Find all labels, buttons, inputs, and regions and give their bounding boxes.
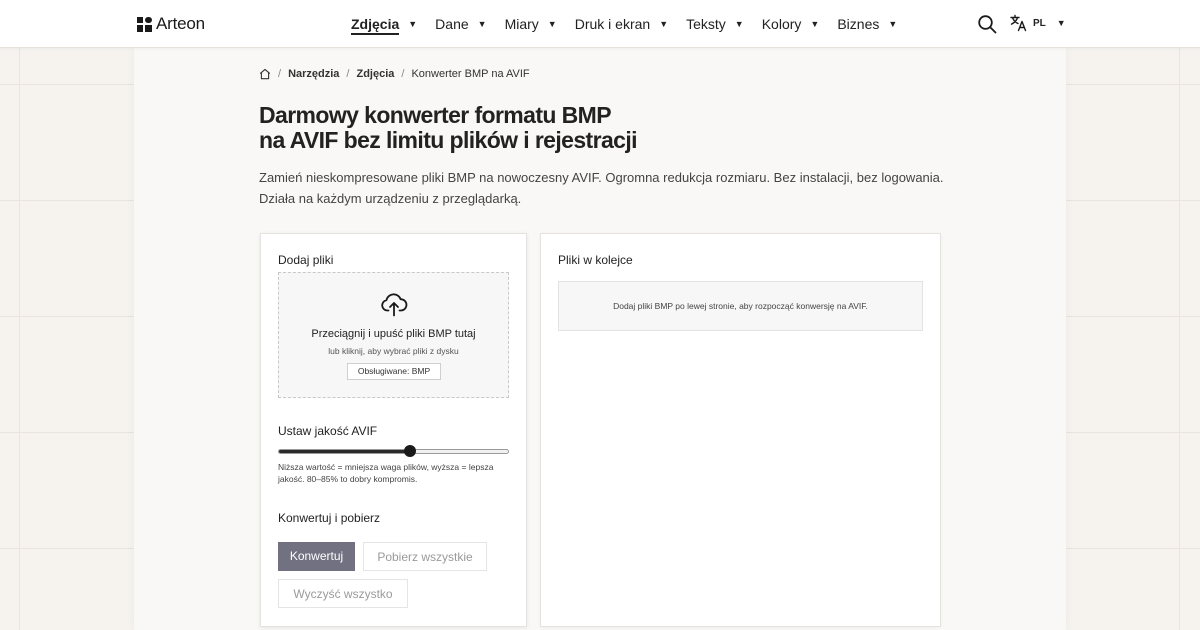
logo-text: Arteon [156, 14, 205, 33]
page-title-line: Darmowy konwerter formatu BMP [259, 102, 612, 128]
quality-heading: Ustaw jakość AVIF [278, 424, 378, 438]
nav-label: Miary [504, 16, 539, 32]
nav-item-teksty[interactable]: Teksty ▼ [686, 16, 744, 32]
chevron-down-icon: ▼ [547, 19, 557, 29]
breadcrumb-separator: / [401, 68, 405, 80]
breadcrumb-link-narzedzia[interactable]: Narzędzia [288, 68, 339, 80]
language-switcher[interactable]: PL ▼ [1010, 14, 1066, 32]
nav-item-dane[interactable]: Dane ▼ [435, 16, 486, 32]
nav-label: Biznes [837, 16, 880, 32]
chevron-down-icon: ▼ [810, 19, 820, 29]
logo[interactable]: Arteon [137, 14, 205, 34]
chevron-down-icon: ▼ [477, 19, 487, 29]
download-all-button[interactable]: Pobierz wszystkie [363, 542, 487, 571]
quality-slider-track[interactable] [278, 449, 509, 454]
upload-heading: Dodaj pliki [278, 253, 334, 267]
quality-slider-fill [279, 450, 410, 453]
page-title: Darmowy konwerter formatu BMP na AVIF be… [259, 103, 859, 153]
quality-hint: Niższa wartość = mniejsza waga plików, w… [278, 462, 494, 484]
convert-button[interactable]: Konwertuj [278, 542, 355, 571]
top-header: Arteon Zdjęcia ▼ Dane ▼ Miary ▼ Druk i e… [0, 0, 1200, 48]
breadcrumb-separator: / [278, 68, 282, 80]
actions-heading: Konwertuj i pobierz [278, 511, 381, 525]
chevron-down-icon: ▼ [888, 19, 898, 29]
queue-panel: Pliki w kolejce Dodaj pliki BMP po lewej… [540, 233, 941, 627]
nav-label: Teksty [686, 16, 726, 32]
chevron-down-icon: ▼ [1056, 18, 1066, 28]
subtitle-line: Zamień nieskompresowane pliki BMP na now… [259, 170, 944, 185]
supported-formats-badge: Obsługiwane: BMP [347, 363, 441, 380]
cloud-upload-icon [381, 293, 408, 317]
chevron-down-icon: ▼ [659, 19, 669, 29]
nav-label: Zdjęcia [351, 16, 400, 35]
nav-item-druk-i-ekran[interactable]: Druk i ekran ▼ [575, 16, 668, 32]
breadcrumb: / Narzędzia / Zdjęcia / Konwerter BMP na… [259, 68, 530, 80]
clear-all-button[interactable]: Wyczyść wszystko [278, 579, 408, 608]
home-icon[interactable] [259, 68, 271, 80]
file-dropzone[interactable]: Przeciągnij i upuść pliki BMP tutaj lub … [278, 272, 509, 398]
main-nav: Zdjęcia ▼ Dane ▼ Miary ▼ Druk i ekran ▼ … [351, 0, 915, 48]
logo-icon [137, 16, 152, 32]
quality-slider-thumb[interactable] [403, 445, 416, 457]
language-code: PL [1033, 17, 1046, 29]
nav-item-biznes[interactable]: Biznes ▼ [837, 16, 897, 32]
nav-label: Dane [435, 16, 469, 32]
queue-heading: Pliki w kolejce [558, 253, 633, 267]
translate-icon [1010, 14, 1027, 32]
breadcrumb-separator: / [346, 68, 350, 80]
nav-item-kolory[interactable]: Kolory ▼ [762, 16, 820, 32]
chevron-down-icon: ▼ [734, 19, 744, 29]
queue-empty-state: Dodaj pliki BMP po lewej stronie, aby ro… [558, 281, 923, 331]
nav-item-miary[interactable]: Miary ▼ [505, 16, 557, 32]
search-icon[interactable] [977, 14, 997, 34]
page-title-line: na AVIF bez limitu plików i rejestracji [259, 127, 638, 153]
dropzone-title: Przeciągnij i upuść pliki BMP tutaj [311, 328, 476, 340]
nav-label: Kolory [761, 16, 802, 32]
chevron-down-icon: ▼ [408, 19, 418, 29]
nav-label: Druk i ekran [574, 16, 651, 32]
subtitle-line: Działa na każdym urządzeniu z przeglądar… [259, 191, 522, 206]
breadcrumb-current: Konwerter BMP na AVIF [411, 68, 530, 80]
nav-item-zdjecia[interactable]: Zdjęcia ▼ [351, 13, 417, 35]
dropzone-subtitle: lub kliknij, aby wybrać pliki z dysku [328, 346, 459, 356]
breadcrumb-link-zdjecia[interactable]: Zdjęcia [356, 68, 394, 80]
page-subtitle: Zamień nieskompresowane pliki BMP na now… [259, 167, 959, 209]
converter-panel: Dodaj pliki Przeciągnij i upuść pliki BM… [260, 233, 527, 627]
